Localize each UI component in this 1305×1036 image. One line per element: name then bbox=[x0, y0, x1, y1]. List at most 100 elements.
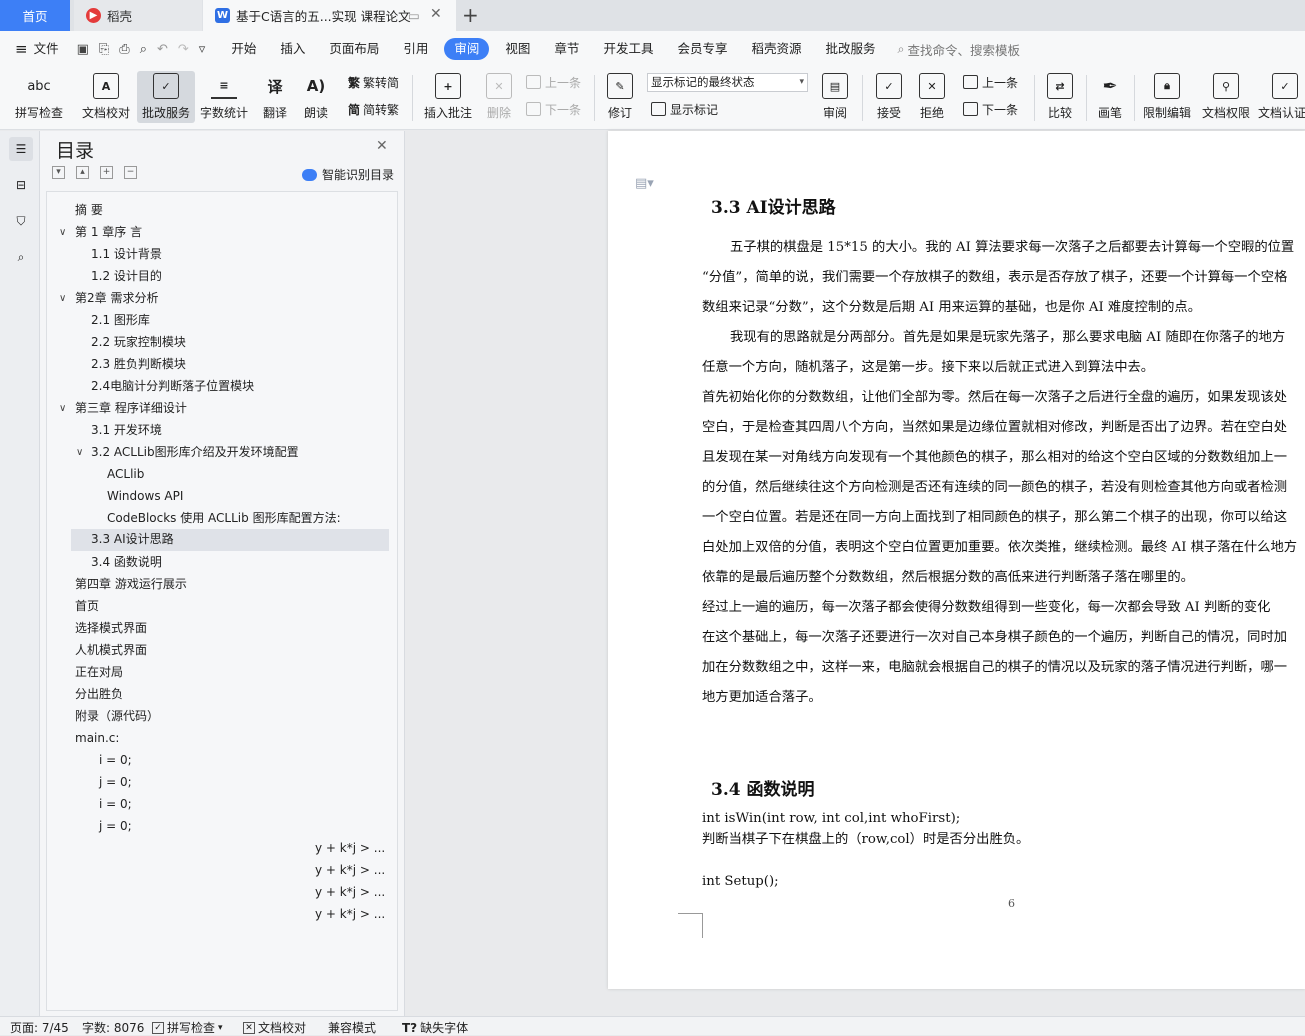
add-heading-icon[interactable]: + bbox=[100, 166, 113, 179]
menu-dev-tools[interactable]: 开发工具 bbox=[591, 38, 665, 60]
save-icon[interactable]: ▣ bbox=[77, 42, 89, 57]
toc-item[interactable]: 正在对局 bbox=[75, 662, 123, 682]
preview-icon[interactable]: ⌕ bbox=[140, 42, 147, 57]
toc-item[interactable]: y + k*j > ... bbox=[315, 860, 385, 880]
status-doc-proof[interactable]: ✕ 文档校对 bbox=[243, 1019, 306, 1036]
doc-cert-button[interactable]: ✓ 文档认证 bbox=[1258, 71, 1305, 123]
show-markup-button[interactable]: 显示标记 bbox=[651, 100, 718, 118]
prev-change-button[interactable]: 上一条 bbox=[963, 73, 1018, 91]
toc-item[interactable]: 1.1 设计背景 bbox=[91, 244, 162, 264]
toc-item[interactable]: 3.2 ACLLib图形库介绍及开发环境配置 bbox=[91, 442, 299, 462]
missing-font-indicator[interactable]: T? 缺失字体 bbox=[402, 1019, 468, 1036]
trad-to-simp-button[interactable]: 繁繁转简 bbox=[348, 73, 399, 91]
toc-item[interactable]: Windows API bbox=[107, 486, 183, 506]
chevron-down-icon[interactable]: ∨ bbox=[59, 293, 66, 304]
toc-item[interactable]: 3.4 函数说明 bbox=[91, 552, 162, 572]
export-icon[interactable]: ⎘ bbox=[99, 42, 109, 57]
toc-item[interactable]: 1.2 设计目的 bbox=[91, 266, 162, 286]
insert-comment-button[interactable]: + 插入批注 bbox=[420, 71, 476, 123]
close-pane-icon[interactable]: ✕ bbox=[376, 138, 388, 154]
toc-item[interactable]: 分出胜负 bbox=[75, 684, 123, 704]
toc-item[interactable]: y + k*j > ... bbox=[315, 838, 385, 858]
simp-to-trad-button[interactable]: 简简转繁 bbox=[348, 100, 399, 118]
toc-item[interactable]: 2.3 胜负判断模块 bbox=[91, 354, 186, 374]
toc-item[interactable]: 摘 要 bbox=[75, 200, 103, 220]
print-icon[interactable]: ⎙ bbox=[119, 42, 129, 57]
doc-rights-button[interactable]: ⚲ 文档权限 bbox=[1198, 71, 1254, 123]
toc-item[interactable]: 第2章 需求分析 bbox=[75, 288, 158, 308]
read-aloud-button[interactable]: A) 朗读 bbox=[298, 71, 334, 123]
collapse-all-icon[interactable]: ▾ bbox=[52, 166, 65, 179]
menu-file[interactable]: 文件 bbox=[28, 38, 71, 60]
pen-button[interactable]: ✒ 画笔 bbox=[1092, 71, 1128, 123]
toc-item[interactable]: 3.1 开发环境 bbox=[91, 420, 162, 440]
toc-item[interactable]: i = 0; bbox=[99, 794, 132, 814]
tab-home[interactable]: 首页 bbox=[0, 0, 70, 31]
toc-item[interactable]: ACLlib bbox=[107, 464, 144, 484]
menu-review[interactable]: 审阅 bbox=[444, 38, 490, 60]
menu-view[interactable]: 视图 bbox=[493, 38, 542, 60]
toc-item[interactable]: 首页 bbox=[75, 596, 99, 616]
accept-button[interactable]: ✓ 接受 bbox=[870, 71, 908, 123]
menu-member[interactable]: 会员专享 bbox=[665, 38, 739, 60]
toc-item[interactable]: j = 0; bbox=[99, 816, 132, 836]
toc-item[interactable]: 人机模式界面 bbox=[75, 640, 147, 660]
markup-state-select[interactable]: 显示标记的最终状态 ▾ bbox=[647, 73, 808, 92]
tab-close-icon[interactable]: ✕ bbox=[430, 6, 442, 22]
bookmark-icon[interactable]: ⛉ bbox=[9, 209, 33, 233]
toc-item[interactable]: CodeBlocks 使用 ACLLib 图形库配置方法: bbox=[107, 508, 341, 528]
next-comment-button[interactable]: 下一条 bbox=[526, 100, 581, 118]
toc-panel-icon[interactable]: ☰ bbox=[9, 137, 33, 161]
toc-item[interactable]: 2.2 玩家控制模块 bbox=[91, 332, 186, 352]
document-page[interactable]: ▤▾ 3.3 AI设计思路 五子棋的棋盘是 15*15 的大小。我的 AI 算法… bbox=[608, 131, 1305, 989]
compat-mode-indicator[interactable]: 兼容模式 bbox=[328, 1019, 376, 1036]
toc-item-selected[interactable]: 3.3 AI设计思路 bbox=[71, 529, 389, 551]
new-tab-icon[interactable]: + bbox=[462, 3, 479, 27]
tab-daoke[interactable]: ▶ 稻壳 bbox=[74, 0, 202, 31]
remove-heading-icon[interactable]: − bbox=[124, 166, 137, 179]
menu-page-layout[interactable]: 页面布局 bbox=[317, 38, 391, 60]
customize-icon[interactable]: ▿ bbox=[199, 42, 206, 57]
hamburger-icon[interactable]: ≡ bbox=[15, 40, 28, 58]
expand-up-icon[interactable]: ▴ bbox=[76, 166, 89, 179]
menu-insert[interactable]: 插入 bbox=[268, 38, 317, 60]
smart-toc-button[interactable]: 智能识别目录 bbox=[302, 166, 394, 183]
spell-check-button[interactable]: abc 拼写检查 bbox=[8, 71, 70, 123]
chevron-down-icon[interactable]: ∨ bbox=[76, 447, 83, 458]
review-pane-button[interactable]: ▤ 审阅 bbox=[815, 71, 855, 123]
find-icon[interactable]: ⌕ bbox=[9, 245, 33, 269]
prev-comment-button[interactable]: 上一条 bbox=[526, 73, 581, 91]
word-count-button[interactable]: ≡ 字数统计 bbox=[197, 71, 251, 123]
toc-item[interactable]: j = 0; bbox=[99, 772, 132, 792]
undo-icon[interactable]: ↶ bbox=[157, 42, 168, 57]
menu-grading[interactable]: 批改服务 bbox=[813, 38, 887, 60]
toc-item[interactable]: 附录（源代码） bbox=[75, 706, 159, 726]
toc-item[interactable]: main.c: bbox=[75, 728, 119, 748]
toc-item[interactable]: 2.4电脑计分判断落子位置模块 bbox=[91, 376, 254, 396]
doc-proof-button[interactable]: A 文档校对 bbox=[77, 71, 135, 123]
status-spell-check[interactable]: ✓ 拼写检查 ▾ bbox=[152, 1019, 223, 1036]
toc-item[interactable]: 选择模式界面 bbox=[75, 618, 147, 638]
delete-comment-button[interactable]: ✕ 删除 bbox=[480, 71, 518, 123]
paragraph-menu-icon[interactable]: ▤▾ bbox=[635, 176, 654, 191]
grading-service-button[interactable]: ✓ 批改服务 bbox=[137, 71, 195, 123]
toc-item[interactable]: 2.1 图形库 bbox=[91, 310, 150, 330]
next-change-button[interactable]: 下一条 bbox=[963, 100, 1018, 118]
page-indicator[interactable]: 页面: 7/45 bbox=[10, 1019, 69, 1036]
compare-button[interactable]: ⇄ 比较 bbox=[1040, 71, 1080, 123]
toc-item[interactable]: y + k*j > ... bbox=[315, 904, 385, 924]
restrict-edit-button[interactable]: 🔒︎ 限制编辑 bbox=[1140, 71, 1194, 123]
chevron-down-icon[interactable]: ∨ bbox=[59, 227, 66, 238]
translate-button[interactable]: 译 翻译 bbox=[255, 71, 295, 123]
redo-icon[interactable]: ↷ bbox=[178, 42, 189, 57]
reject-button[interactable]: ✕ 拒绝 bbox=[913, 71, 951, 123]
tab-pin-icon[interactable]: ▭ bbox=[408, 8, 420, 23]
track-changes-button[interactable]: ✎ 修订 bbox=[600, 71, 640, 123]
toc-item[interactable]: 第 1 章序 言 bbox=[75, 222, 142, 242]
chevron-down-icon[interactable]: ∨ bbox=[59, 403, 66, 414]
word-count-indicator[interactable]: 字数: 8076 bbox=[82, 1019, 144, 1036]
nav-tree-icon[interactable]: ⊟ bbox=[9, 173, 33, 197]
toc-item[interactable]: 第四章 游戏运行展示 bbox=[75, 574, 187, 594]
toc-item[interactable]: 第三章 程序详细设计 bbox=[75, 398, 187, 418]
toc-item[interactable]: i = 0; bbox=[99, 750, 132, 770]
